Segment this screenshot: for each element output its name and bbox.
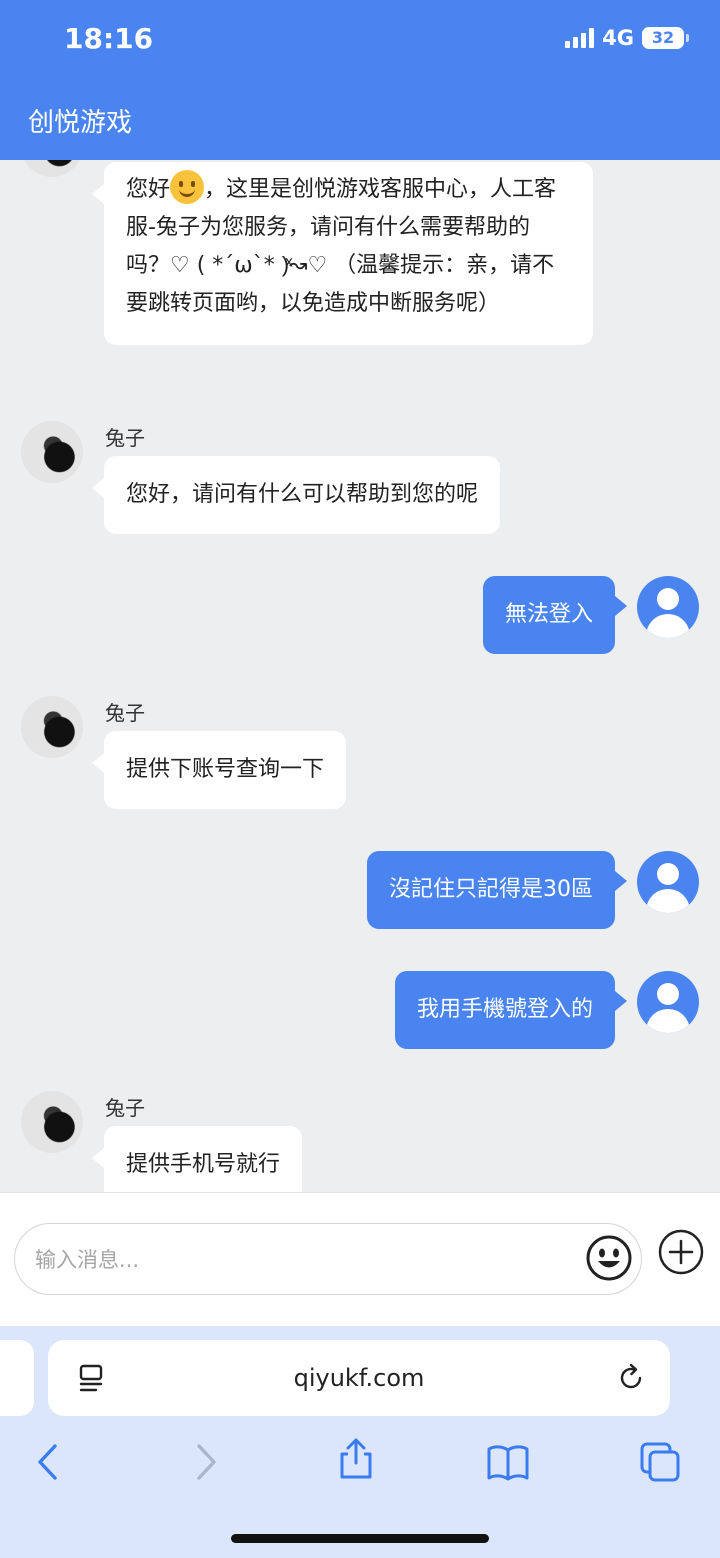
message-text: 您好，请问有什么可以帮助到您的呢 — [126, 482, 479, 507]
agent-name: 兔子 — [105, 701, 145, 725]
agent-message-bubble: 您好 ，这里是创悦游戏客服中心，人工客服-兔子为您服务，请问有什么需要帮助的吗？♡… — [92, 162, 593, 345]
agent-message-bubble: 提供下账号查询一下 — [91, 731, 347, 809]
bookmarks-icon[interactable] — [486, 1440, 530, 1484]
message-text: 您好 — [126, 177, 171, 202]
tabs-icon[interactable] — [638, 1440, 682, 1484]
message-text: 提供下账号查询一下 — [126, 757, 325, 782]
plus-circle-icon[interactable] — [657, 1228, 705, 1276]
agent-avatar — [21, 696, 83, 758]
message-text: 無法登入 — [504, 602, 593, 627]
message-composer — [0, 1192, 720, 1327]
browser-toolbar: qiyukf.com — [0, 1326, 720, 1558]
message-text: 沒記住只記得是30區 — [389, 877, 593, 902]
address-bar[interactable]: qiyukf.com — [48, 1340, 670, 1416]
chat-message-list[interactable]: 您好 ，这里是创悦游戏客服中心，人工客服-兔子为您服务，请问有什么需要帮助的吗？♡… — [0, 160, 720, 1192]
share-icon[interactable] — [334, 1436, 378, 1480]
agent-name: 兔子 — [105, 1096, 145, 1120]
user-avatar-icon — [637, 971, 699, 1033]
message-input[interactable] — [33, 1242, 577, 1278]
agent-avatar — [21, 421, 83, 483]
page-title: 创悦游戏 — [28, 108, 133, 138]
user-message-bubble: 無法登入 — [482, 576, 628, 654]
user-message-bubble: 我用手機號登入的 — [394, 971, 628, 1049]
message-text: 我用手機號登入的 — [416, 997, 593, 1022]
agent-avatar — [21, 160, 83, 177]
app-header: 18:16 4G 32 创悦游戏 — [0, 0, 720, 160]
message-input-container[interactable] — [14, 1223, 642, 1295]
agent-name: 兔子 — [105, 426, 145, 450]
agent-avatar — [21, 1091, 83, 1153]
forward-icon[interactable] — [184, 1440, 228, 1484]
home-indicator[interactable] — [231, 1534, 489, 1543]
battery-icon: 32 — [642, 27, 689, 49]
user-avatar-icon — [637, 576, 699, 638]
reload-icon[interactable] — [616, 1362, 648, 1394]
agent-message-bubble: 提供手机号就行 — [91, 1126, 303, 1192]
agent-message-bubble: 您好，请问有什么可以帮助到您的呢 — [91, 456, 501, 534]
network-type: 4G — [602, 26, 634, 50]
status-indicators: 4G 32 — [565, 26, 689, 50]
emoji-icon[interactable] — [585, 1234, 633, 1282]
url-text[interactable]: qiyukf.com — [48, 1364, 670, 1392]
smiling-face-emoji-icon — [170, 170, 205, 204]
back-icon[interactable] — [28, 1440, 72, 1484]
signal-icon — [565, 28, 595, 48]
user-message-bubble: 沒記住只記得是30區 — [367, 851, 627, 929]
battery-level: 32 — [651, 28, 675, 47]
previous-tab-preview[interactable] — [0, 1340, 34, 1416]
user-avatar-icon — [637, 851, 699, 913]
status-time: 18:16 — [64, 22, 154, 55]
message-text: 提供手机号就行 — [126, 1152, 281, 1177]
